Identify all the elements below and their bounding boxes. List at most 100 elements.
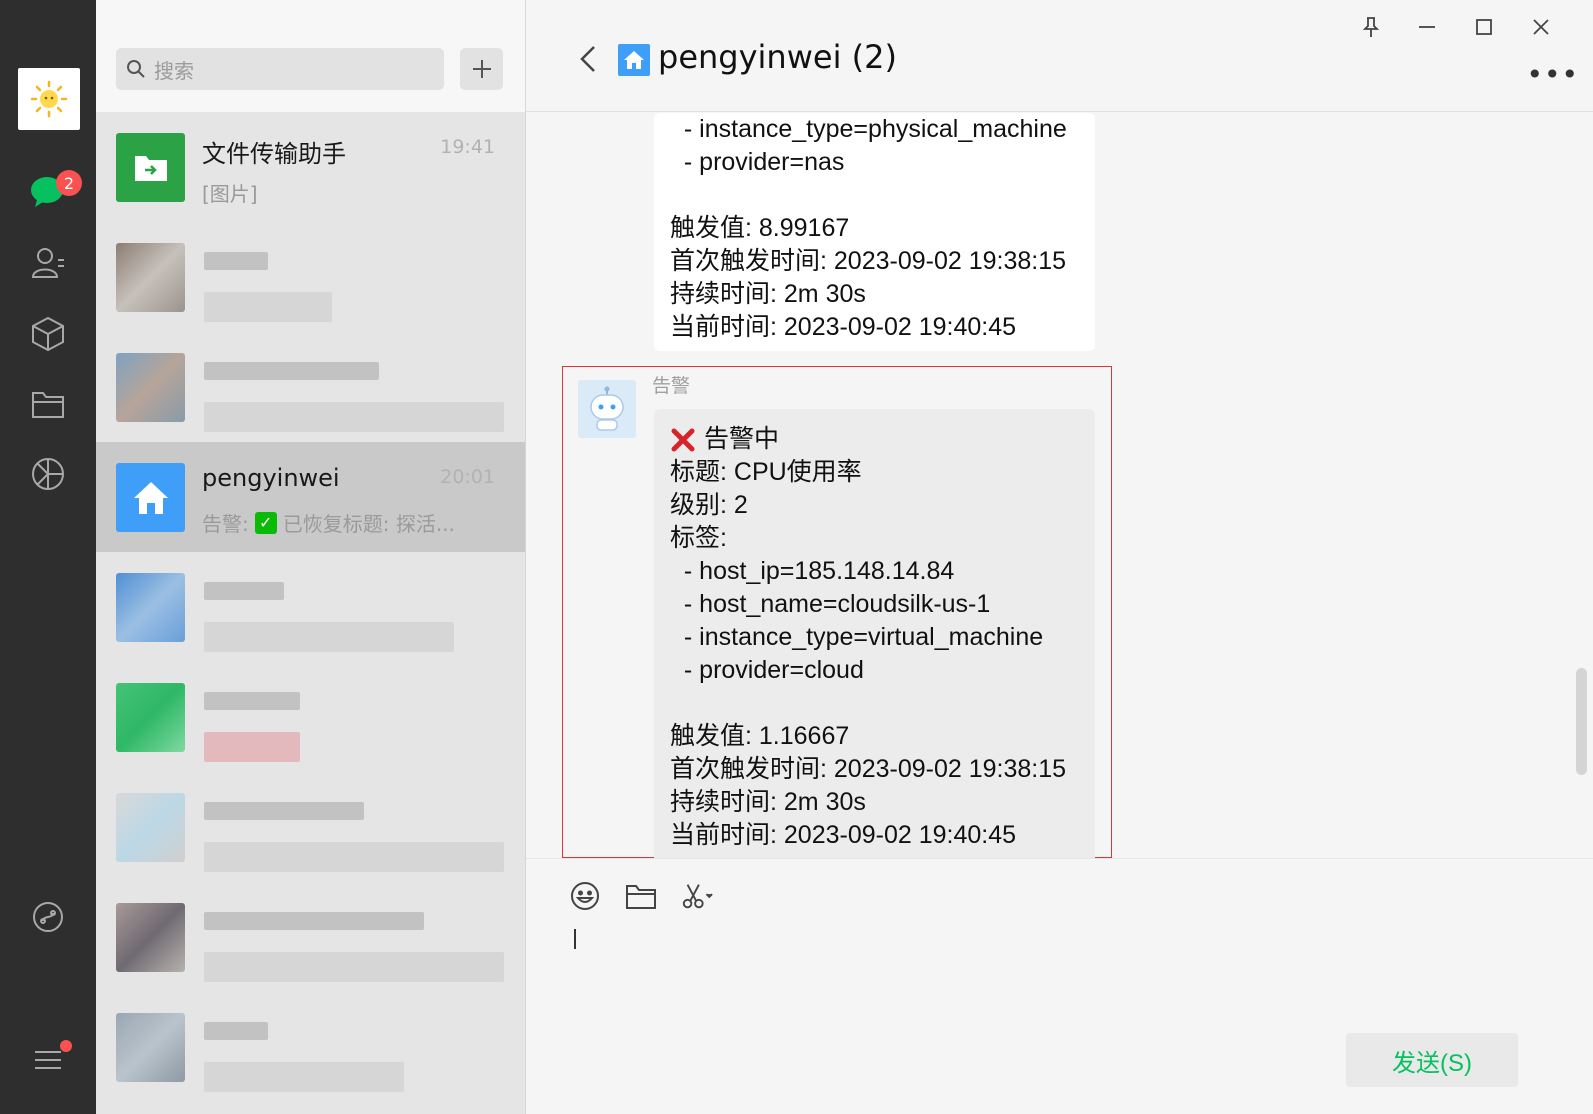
minimize-icon[interactable] [1414, 14, 1440, 40]
bot-avatar[interactable] [578, 380, 636, 438]
message-line: - host_ip=185.148.14.84 [670, 557, 955, 585]
message-line: - instance_type=physical_machine [670, 115, 1067, 143]
blurred-name [204, 1022, 268, 1040]
emoji-icon[interactable] [568, 879, 602, 913]
back-icon[interactable] [578, 44, 598, 78]
message-line: 持续时间: 2m 30s [670, 280, 866, 308]
blurred-avatar [116, 573, 185, 642]
favorites-icon[interactable] [28, 314, 68, 354]
chat-list: 搜索 文件传输助手 19:41 [图片] pengyinwei 20:01 告警… [96, 0, 526, 1114]
message-line [670, 687, 1079, 720]
message-line: 触发值: 1.16667 [670, 722, 850, 750]
message-line: 当前时间: 2023-09-02 19:40:45 [670, 313, 1017, 341]
miniprogram-icon[interactable] [28, 897, 68, 937]
chat-item-blurred[interactable] [96, 332, 525, 442]
search-input[interactable]: 搜索 [116, 48, 444, 90]
message-line: - provider=nas [670, 148, 845, 176]
menu-notification-dot [60, 1040, 72, 1052]
home-icon [618, 44, 650, 76]
composer: 发送(S) [526, 858, 1593, 1114]
chat-header: pengyinwei (2) ••• [526, 0, 1593, 112]
robot-icon [590, 386, 624, 431]
message-line: - host_name=cloudsilk-us-1 [670, 590, 991, 618]
cross-mark-icon [671, 428, 695, 451]
contacts-icon[interactable] [28, 243, 68, 283]
blurred-preview [204, 1062, 404, 1092]
chat-item-blurred[interactable] [96, 992, 525, 1102]
my-avatar[interactable] [18, 68, 80, 130]
chat-time: 20:01 [440, 466, 495, 488]
scrollbar[interactable] [1576, 668, 1587, 775]
chat-item-file-transfer[interactable]: 文件传输助手 19:41 [图片] [96, 112, 525, 222]
chat-time: 19:41 [440, 136, 495, 158]
blurred-preview [204, 622, 454, 652]
scissors-icon[interactable] [680, 879, 714, 913]
message-line: 当前时间: 2023-09-02 19:40:45 [670, 821, 1017, 849]
blurred-name [204, 362, 379, 380]
blurred-preview [204, 402, 504, 432]
chat-name: 文件传输助手 [202, 140, 346, 168]
pengyinwei-avatar [116, 463, 185, 532]
blurred-preview [204, 952, 504, 982]
nav-rail: 2 [0, 0, 96, 1114]
message-line: 标题: CPU使用率 [670, 458, 862, 486]
message-line: 触发值: 8.99167 [670, 214, 850, 242]
chat-window: pengyinwei (2) ••• - instance_type=physi… [526, 0, 1593, 1114]
moments-icon[interactable] [28, 454, 68, 494]
blurred-preview [204, 292, 332, 322]
file-transfer-icon [134, 155, 167, 181]
chat-item-blurred[interactable] [96, 772, 525, 882]
blurred-name [204, 582, 284, 600]
chat-title: pengyinwei (2) [658, 38, 897, 76]
blurred-avatar [116, 353, 185, 422]
message-line: 持续时间: 2m 30s [670, 788, 866, 816]
blurred-avatar [116, 1013, 185, 1082]
blurred-avatar [116, 243, 185, 312]
chat-item-pengyinwei[interactable]: pengyinwei 20:01 告警: ✓ 已恢复标题: 探活... [96, 442, 525, 552]
sun-icon [30, 80, 68, 118]
chat-item-blurred[interactable] [96, 552, 525, 662]
plus-icon [472, 60, 491, 78]
blurred-preview [204, 842, 504, 872]
blurred-name [204, 912, 424, 930]
blurred-avatar [116, 903, 185, 972]
search-bar: 搜索 [96, 0, 525, 112]
message-bubble: - instance_type=physical_machine - provi… [654, 113, 1095, 351]
message-line: - provider=cloud [670, 656, 864, 684]
maximize-icon[interactable] [1471, 14, 1497, 40]
blurred-avatar [116, 793, 185, 862]
chat-item-blurred[interactable] [96, 882, 525, 992]
message-line: 级别: 2 [670, 491, 748, 519]
chat-preview: [图片] [202, 182, 258, 206]
home-icon [133, 481, 168, 514]
check-mark-icon: ✓ [254, 511, 277, 534]
message-line: 首次触发时间: 2023-09-02 19:38:15 [670, 247, 1067, 275]
chat-name: pengyinwei [202, 464, 340, 492]
chat-item-blurred[interactable] [96, 662, 525, 772]
message-line: - instance_type=virtual_machine [670, 623, 1044, 651]
files-icon[interactable] [28, 384, 68, 424]
close-icon[interactable] [1528, 14, 1554, 40]
search-icon [127, 60, 145, 78]
unread-badge: 2 [56, 170, 82, 196]
more-options-icon[interactable]: ••• [1526, 58, 1579, 91]
alert-status-line: 告警中 [670, 423, 1079, 456]
send-button[interactable]: 发送(S) [1346, 1033, 1518, 1087]
text-cursor[interactable] [574, 929, 576, 949]
add-chat-button[interactable] [460, 48, 503, 90]
chat-item-blurred[interactable] [96, 222, 525, 332]
blurred-name [204, 802, 364, 820]
search-placeholder: 搜索 [154, 58, 194, 83]
message-line [670, 179, 1079, 212]
alert-message-bubble: 告警中 标题: CPU使用率 级别: 2 标签: - host_ip=185.1… [654, 409, 1095, 858]
pin-icon[interactable] [1358, 14, 1384, 40]
file-transfer-avatar [116, 133, 185, 202]
message-line: 标签: [670, 524, 727, 552]
blurred-avatar [116, 683, 185, 752]
message-list: - instance_type=physical_machine - provi… [526, 113, 1593, 858]
blurred-preview [204, 732, 300, 762]
sender-name: 告警 [652, 375, 691, 397]
blurred-name [204, 692, 300, 710]
message-line: 首次触发时间: 2023-09-02 19:38:15 [670, 755, 1067, 783]
folder-icon[interactable] [624, 879, 658, 913]
